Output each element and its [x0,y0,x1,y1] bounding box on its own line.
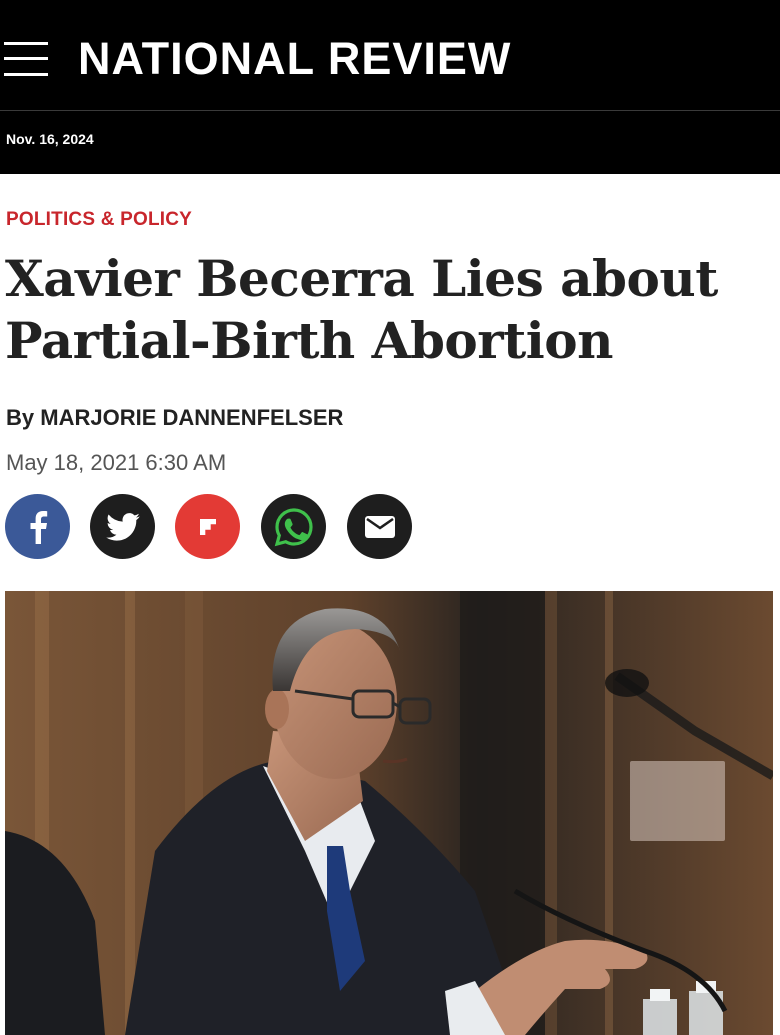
whatsapp-icon [274,507,313,546]
article-title-line-1: Xavier Becerra Lies about [5,249,718,308]
menu-icon[interactable] [4,42,48,78]
current-date: Nov. 16, 2024 [6,131,94,147]
share-email-button[interactable] [347,494,412,559]
twitter-icon [105,512,140,541]
article-title-line-2: Partial-Birth Abortion [5,311,613,370]
publish-date: May 18, 2021 6:30 AM [6,450,227,475]
article-title: Xavier Becerra Lies about Partial-Birth … [5,248,775,372]
hero-photo [5,591,773,1035]
date-bar: Nov. 16, 2024 [0,111,780,174]
facebook-icon [30,510,47,544]
author-link[interactable]: MARJORIE DANNENFELSER [40,405,343,430]
flipboard-icon [199,518,216,535]
share-twitter-button[interactable] [90,494,155,559]
share-flipboard-button[interactable] [175,494,240,559]
share-facebook-button[interactable] [5,494,70,559]
site-logo[interactable]: NATIONAL REVIEW [78,34,511,84]
share-whatsapp-button[interactable] [261,494,326,559]
article-category[interactable]: POLITICS & POLICY [6,209,192,231]
byline: By MARJORIE DANNENFELSER [6,405,343,431]
byline-prefix: By [6,405,35,430]
site-header: NATIONAL REVIEW [0,0,780,110]
email-icon [364,515,395,538]
